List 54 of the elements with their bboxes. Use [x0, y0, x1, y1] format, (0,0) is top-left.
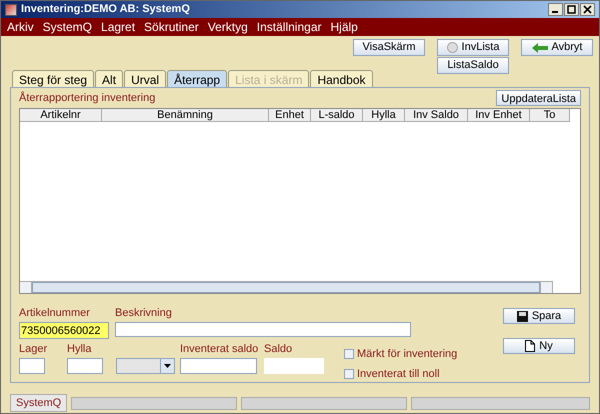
field-label: Artikelnummer	[19, 308, 91, 319]
field-label: Hylla	[67, 344, 92, 355]
menu-item[interactable]: Inställningar	[256, 18, 322, 36]
save-button[interactable]: Spara	[503, 308, 575, 324]
menu-item[interactable]: Arkiv	[7, 18, 34, 36]
checkbox[interactable]	[344, 349, 354, 360]
column-header[interactable]: Hylla	[363, 108, 405, 122]
checkbox-label: Inventerat till noll	[357, 366, 440, 382]
shelf-field[interactable]	[67, 358, 103, 374]
field-label: Inventerat saldo	[180, 344, 260, 355]
minimize-icon[interactable]	[548, 3, 563, 16]
new-button[interactable]: Ny	[503, 338, 575, 354]
refresh-list-button[interactable]: UppdateraLista	[496, 90, 581, 106]
cancel-button[interactable]: Avbryt	[521, 39, 593, 56]
close-icon[interactable]	[580, 3, 595, 16]
tab[interactable]: Steg för steg	[12, 70, 94, 87]
field-label: Lager	[19, 344, 48, 355]
balance-field	[264, 358, 324, 374]
toolbar-button[interactable]: VisaSkärm	[353, 39, 425, 56]
checkbox-label: Märkt för inventering	[357, 347, 458, 362]
tab[interactable]: Återrapp	[167, 70, 228, 87]
column-header[interactable]: Inv Saldo	[405, 108, 468, 122]
window-title: Inventering:DEMO AB: SystemQ	[21, 2, 191, 18]
caret-icon	[164, 364, 171, 368]
checkbox[interactable]	[344, 368, 354, 379]
tab[interactable]: Urval	[124, 70, 166, 87]
left-arrow-icon	[532, 42, 548, 52]
maximize-icon[interactable]	[564, 3, 579, 16]
menu-item[interactable]: SystemQ	[42, 18, 92, 36]
column-header[interactable]: L-saldo	[311, 108, 363, 122]
column-header[interactable]: Artikelnr	[20, 108, 102, 122]
app-icon	[5, 4, 17, 16]
toolbar-button[interactable]: ListaSaldo	[437, 57, 509, 74]
menu-item[interactable]: Verktyg	[208, 18, 248, 36]
stock-field[interactable]	[19, 358, 45, 374]
column-header[interactable]: Benämning	[102, 108, 269, 122]
field-label: Beskrivning	[115, 308, 173, 319]
panel-title: Återrapportering inventering	[19, 90, 156, 106]
status-panel: SystemQ	[10, 394, 68, 412]
tab[interactable]: Handbok	[310, 70, 373, 87]
counted-balance-field[interactable]	[180, 358, 257, 374]
tab[interactable]: Alt	[95, 70, 124, 87]
field-label: Saldo	[264, 344, 294, 355]
menu-item[interactable]: Hjälp	[330, 18, 358, 36]
column-header[interactable]: To	[530, 108, 570, 122]
dropdown[interactable]	[116, 358, 175, 374]
toolbar-button[interactable]: InvLista	[437, 39, 509, 56]
column-header[interactable]: Enhet	[269, 108, 311, 122]
description-field[interactable]	[115, 322, 411, 337]
column-header[interactable]: Inv Enhet	[468, 108, 530, 122]
article-number-field[interactable]: 7350006560022	[19, 322, 109, 339]
document-icon	[525, 340, 536, 352]
menu-item[interactable]: Sökrutiner	[144, 18, 199, 36]
menu-item[interactable]: Lagret	[101, 18, 136, 36]
